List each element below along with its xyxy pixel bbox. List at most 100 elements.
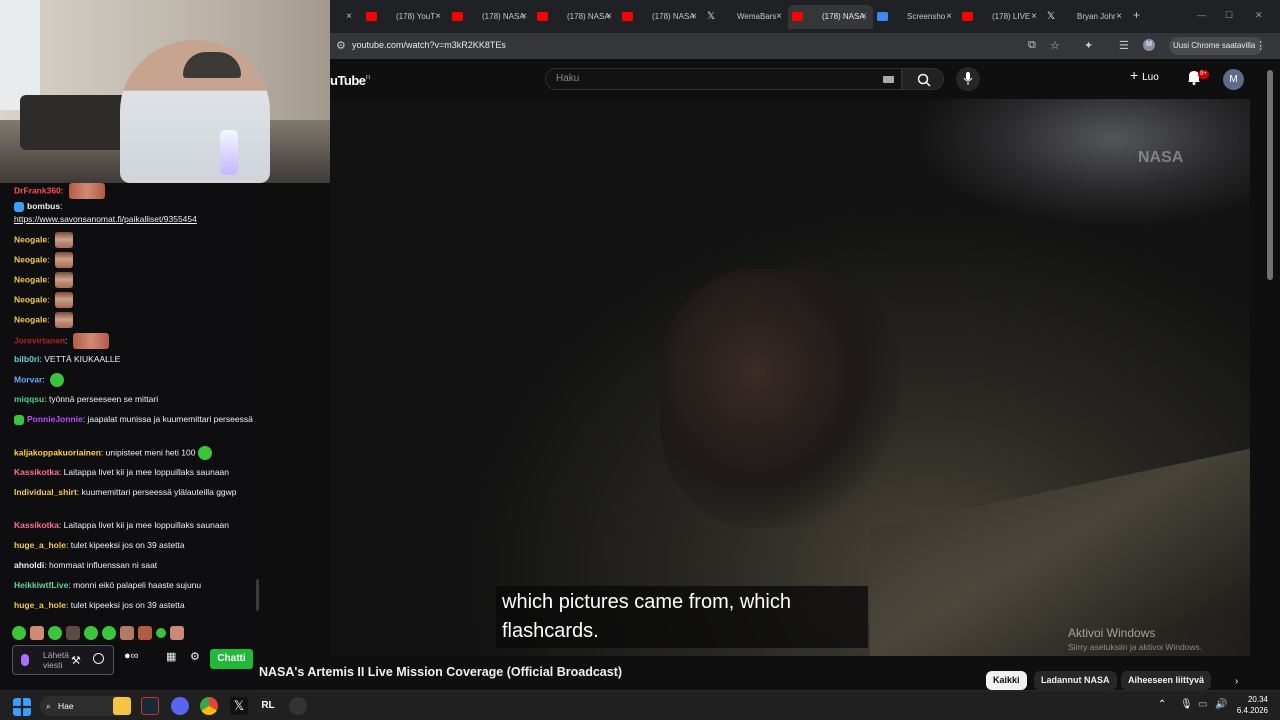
chat-username[interactable]: Neogale xyxy=(14,234,47,244)
chat-username[interactable]: ahnoldi xyxy=(14,560,44,570)
account-avatar[interactable]: M xyxy=(1223,69,1244,90)
browser-tab[interactable]: 𝕏 WemaBars × xyxy=(703,5,788,29)
emote-icon[interactable] xyxy=(170,626,184,640)
maximize-button[interactable]: ☐ xyxy=(1225,10,1233,21)
chat-username[interactable]: huge_a_hole xyxy=(14,600,66,610)
browser-tab[interactable]: (178) YouT × xyxy=(362,5,447,29)
tab-close-icon[interactable]: × xyxy=(776,5,782,29)
url-field[interactable]: youtube.com/watch?v=m3kR2KK8TEs xyxy=(352,40,506,50)
settings-icon[interactable]: ⚙ xyxy=(190,650,200,663)
chat-input[interactable]: Lähetä viesti ⚒ xyxy=(12,645,114,675)
install-app-icon[interactable]: ⧉ xyxy=(1028,39,1036,52)
chat-username[interactable]: huge_a_hole xyxy=(14,540,66,550)
emote-icon[interactable] xyxy=(156,628,166,638)
chip-all[interactable]: Kaikki xyxy=(986,671,1027,690)
browser-tab[interactable]: (178) NASA × xyxy=(533,5,618,29)
tab-close-icon[interactable]: × xyxy=(1031,5,1037,29)
keyboard-icon[interactable] xyxy=(883,76,894,83)
bits-icon[interactable]: ⚒ xyxy=(71,654,81,667)
emote-icon[interactable] xyxy=(120,626,134,640)
chat-username[interactable]: Individual_shirt xyxy=(14,487,77,497)
emote-icon[interactable] xyxy=(138,626,152,640)
chat-link[interactable]: https://www.savonsanomat.fi/paikalliset/… xyxy=(14,214,197,224)
chat-username[interactable]: bilb0ri xyxy=(14,354,40,364)
emote-icon[interactable] xyxy=(30,626,44,640)
tab-close-icon[interactable]: × xyxy=(346,5,352,29)
tab-close-icon[interactable]: × xyxy=(861,5,867,29)
chip-uploaded-by[interactable]: Ladannut NASA xyxy=(1034,671,1117,690)
emote-suggestion-row[interactable] xyxy=(12,624,202,642)
extensions-icon[interactable]: ✦ xyxy=(1084,39,1093,52)
chat-username[interactable]: Kassikotka xyxy=(14,467,59,477)
chat-username[interactable]: Kassikotka xyxy=(14,520,59,530)
video-player[interactable]: NASA which pictures came from, which fla… xyxy=(330,99,1250,656)
store-icon[interactable]: ▦ xyxy=(166,650,176,663)
chrome-icon[interactable] xyxy=(200,697,218,715)
browser-tab[interactable]: Screensho × xyxy=(873,5,958,29)
chevron-right-icon[interactable]: › xyxy=(1235,676,1238,687)
close-window-button[interactable]: ✕ xyxy=(1255,10,1263,21)
emote-icon[interactable] xyxy=(54,292,73,308)
tab-close-icon[interactable]: × xyxy=(435,5,441,29)
emote-picker-icon[interactable] xyxy=(93,653,104,664)
create-button[interactable]: + Luo xyxy=(1130,67,1159,83)
emote-icon[interactable] xyxy=(68,183,105,199)
chat-username[interactable]: PonnieJonnie xyxy=(27,414,83,424)
wifi-icon[interactable]: ▭ xyxy=(1198,699,1207,710)
mic-tray-icon[interactable]: 🎙 xyxy=(1180,699,1193,710)
emote-icon[interactable] xyxy=(198,446,213,460)
chat-username[interactable]: HeikkiwtfLive xyxy=(14,580,68,590)
chat-scrollbar[interactable] xyxy=(256,579,259,611)
browser-tab[interactable]: (178) LIVE × xyxy=(958,5,1043,29)
voice-search-button[interactable] xyxy=(956,67,980,91)
discord-icon[interactable] xyxy=(171,697,189,715)
steam-icon[interactable] xyxy=(141,697,159,715)
tab-close-icon[interactable]: × xyxy=(691,5,697,29)
chat-username[interactable]: kaljakoppakuoriainen xyxy=(14,447,101,457)
tab-close-icon[interactable]: × xyxy=(606,5,612,29)
obs-icon[interactable] xyxy=(289,697,307,715)
emote-icon[interactable] xyxy=(102,626,116,640)
media-controls-icon[interactable]: ☰ xyxy=(1119,39,1129,52)
search-input[interactable] xyxy=(556,73,856,84)
tray-chevron-icon[interactable]: ⌃ xyxy=(1158,699,1166,710)
emote-icon[interactable] xyxy=(66,626,80,640)
chat-username[interactable]: Neogale xyxy=(14,294,47,304)
browser-tab[interactable]: (178) NASA × xyxy=(788,5,873,29)
chat-username[interactable]: bombus xyxy=(27,201,60,211)
chat-username[interactable]: Morvar xyxy=(14,374,42,384)
tab-close-icon[interactable]: × xyxy=(1116,5,1122,29)
chat-send-button[interactable]: Chatti xyxy=(210,649,253,669)
channel-points-icon[interactable]: ●∞ xyxy=(124,650,139,662)
browser-tab[interactable]: (178) NASA × xyxy=(448,5,533,29)
taskbar-clock[interactable]: 20.34 6.4.2026 xyxy=(1232,694,1268,716)
search-button[interactable] xyxy=(902,68,944,90)
tab-close-icon[interactable]: × xyxy=(946,5,952,29)
emote-icon[interactable] xyxy=(54,232,73,248)
update-chrome-button[interactable]: Uusi Chrome saatavilla xyxy=(1169,37,1263,55)
x-app-icon[interactable]: 𝕏 xyxy=(230,697,248,715)
more-menu-icon[interactable]: ⋮ xyxy=(1255,39,1266,52)
mic-icon[interactable] xyxy=(21,654,29,666)
profile-avatar[interactable]: M xyxy=(1143,39,1155,51)
chat-username[interactable]: Neogale xyxy=(14,274,47,284)
chat-username[interactable]: DrFrank360 xyxy=(14,185,61,195)
youtube-logo[interactable]: uTubeFI xyxy=(330,73,370,88)
emote-icon[interactable] xyxy=(54,312,73,328)
minimize-button[interactable]: — xyxy=(1197,10,1206,20)
bookmark-star-icon[interactable]: ☆ xyxy=(1050,39,1060,52)
browser-tab[interactable]: 𝕏 Bryan Johr × xyxy=(1043,5,1128,29)
page-scrollbar[interactable] xyxy=(1267,70,1273,280)
emote-icon[interactable] xyxy=(54,272,73,288)
site-settings-icon[interactable]: ⚙ xyxy=(336,39,346,52)
emote-icon[interactable] xyxy=(72,333,109,349)
chat-username[interactable]: Neogale xyxy=(14,254,47,264)
tab-close-icon[interactable]: × xyxy=(521,5,527,29)
rl-app-icon[interactable]: RL xyxy=(259,697,277,715)
browser-tab[interactable]: × xyxy=(332,5,358,29)
windows-start-icon[interactable] xyxy=(13,698,31,716)
emote-icon[interactable] xyxy=(54,252,73,268)
chip-related[interactable]: Aiheeseen liittyvä xyxy=(1121,671,1212,690)
emote-icon[interactable] xyxy=(12,626,26,640)
chat-username[interactable]: miqqsu xyxy=(14,394,44,404)
